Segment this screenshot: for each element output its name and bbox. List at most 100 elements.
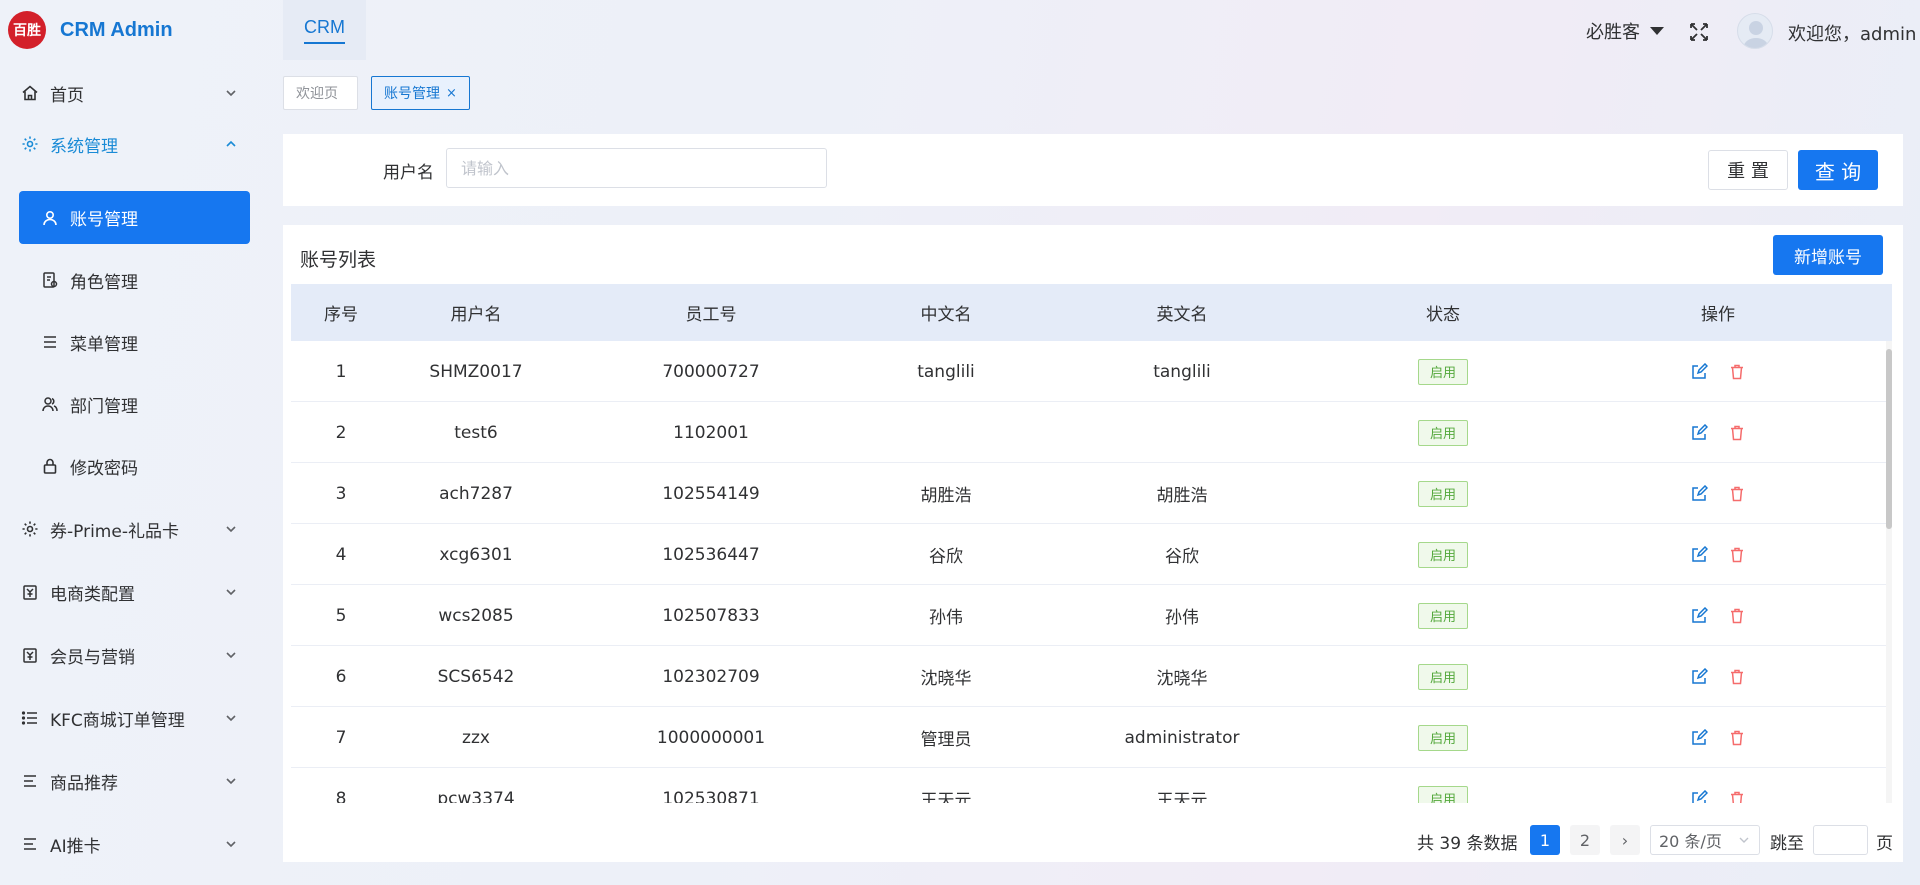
- home-icon: [20, 83, 40, 103]
- delete-icon[interactable]: [1728, 790, 1746, 803]
- table-title: 账号列表: [300, 249, 377, 271]
- page-button-2[interactable]: 2: [1570, 825, 1600, 855]
- tag-welcome[interactable]: 欢迎页: [283, 76, 358, 110]
- cell-actions: [1553, 585, 1883, 646]
- cell-chinese-name: 沈晓华: [920, 669, 972, 689]
- sidebar-item-label: 部门管理: [70, 396, 138, 417]
- sidebar-item-account[interactable]: 账号管理: [19, 191, 250, 244]
- delete-icon[interactable]: [1728, 424, 1746, 442]
- sidebar-item-menu[interactable]: 菜单管理: [0, 317, 265, 367]
- delete-icon[interactable]: [1728, 607, 1746, 625]
- edit-icon[interactable]: [1690, 423, 1708, 442]
- username-label: 用户名: [383, 163, 434, 183]
- cell-index: 5: [335, 605, 347, 626]
- cell-chinese-name: tanglili: [917, 361, 975, 382]
- delete-icon[interactable]: [1728, 485, 1746, 503]
- cell-username: SCS6542: [437, 666, 515, 687]
- cell-username: wcs2085: [438, 605, 514, 626]
- status-badge: 启用: [1418, 541, 1468, 568]
- sidebar-item-role[interactable]: 角色管理: [0, 255, 265, 305]
- query-button[interactable]: 查 询: [1798, 150, 1878, 190]
- cell-index: 4: [335, 544, 347, 565]
- column-header: 用户名: [450, 305, 502, 325]
- logo[interactable]: 百胜 CRM Admin: [8, 11, 173, 49]
- page-size-select[interactable]: 20 条/页: [1650, 825, 1760, 855]
- cell-chinese-name: 管理员: [920, 730, 972, 750]
- sidebar-item-home[interactable]: 首页: [0, 68, 265, 118]
- cell-username: pcw3374: [437, 788, 515, 804]
- account-table-panel: 账号列表 新增账号 序号 用户名 员工号 中文名 英文名 状态 操作 1 SHMZ…: [283, 225, 1903, 862]
- cell-english-name: tanglili: [1153, 361, 1211, 382]
- chevron-up-icon: [226, 140, 236, 147]
- top-nav-tab-crm[interactable]: CRM: [283, 0, 366, 60]
- edit-icon[interactable]: [1690, 789, 1708, 803]
- sidebar-item-password[interactable]: 修改密码: [0, 441, 265, 491]
- column-header: 中文名: [920, 305, 972, 325]
- cell-english-name: 王天元: [1156, 791, 1208, 803]
- lock-icon: [40, 456, 60, 476]
- edit-icon[interactable]: [1690, 545, 1708, 564]
- shop-icon: [20, 645, 40, 665]
- fullscreen-icon[interactable]: [1688, 21, 1710, 43]
- edit-icon[interactable]: [1690, 484, 1708, 503]
- sidebar-item-ecommerce[interactable]: 电商类配置: [0, 567, 265, 617]
- search-panel: 用户名 重 置 查 询: [283, 134, 1903, 206]
- edit-icon[interactable]: [1690, 728, 1708, 747]
- list-icon: [20, 771, 40, 791]
- add-account-button[interactable]: 新增账号: [1773, 235, 1883, 275]
- delete-icon[interactable]: [1728, 546, 1746, 564]
- cell-index: 6: [335, 666, 347, 687]
- sidebar-item-label: 菜单管理: [70, 334, 138, 355]
- tenant-selector[interactable]: 必胜客: [1586, 18, 1664, 44]
- sidebar-item-department[interactable]: 部门管理: [0, 379, 265, 429]
- column-header: 操作: [1701, 305, 1735, 325]
- next-page-button[interactable]: ›: [1610, 825, 1640, 855]
- user-greeting[interactable]: 欢迎您，admin: [1788, 20, 1916, 46]
- page-button-1[interactable]: 1: [1530, 825, 1560, 855]
- pagination-total: 共 39 条数据: [1417, 834, 1518, 854]
- username-search-input[interactable]: [446, 148, 827, 188]
- edit-icon[interactable]: [1690, 606, 1708, 625]
- status-badge: 启用: [1418, 724, 1468, 751]
- cell-index: 2: [335, 422, 347, 443]
- reset-button[interactable]: 重 置: [1708, 150, 1788, 190]
- edit-icon[interactable]: [1690, 362, 1708, 381]
- sidebar-item-product-recommend[interactable]: 商品推荐: [0, 756, 265, 806]
- tag-label: 欢迎页: [296, 86, 338, 102]
- jump-page-input[interactable]: [1813, 825, 1868, 855]
- cell-employee-id: 102536447: [662, 544, 760, 565]
- row-actions: [1690, 728, 1746, 747]
- cell-english-name: 沈晓华: [1156, 669, 1208, 689]
- sidebar-item-label: 账号管理: [70, 210, 138, 230]
- tag-account-management[interactable]: 账号管理 ×: [371, 76, 470, 110]
- sidebar-item-ai-card[interactable]: AI推卡: [0, 819, 265, 869]
- chevron-down-icon: [1739, 837, 1749, 843]
- scrollbar-thumb[interactable]: [1886, 349, 1892, 529]
- cell-actions: [1553, 341, 1883, 402]
- sidebar-item-coupon[interactable]: 券-Prime-礼品卡: [0, 504, 265, 554]
- sidebar-item-kfc-orders[interactable]: KFC商城订单管理: [0, 693, 265, 743]
- delete-icon[interactable]: [1728, 668, 1746, 686]
- sidebar-item-label: 电商类配置: [50, 584, 135, 605]
- avatar[interactable]: [1737, 13, 1773, 49]
- sidebar-item-system[interactable]: 系统管理: [0, 119, 265, 169]
- sidebar-item-label: 角色管理: [70, 272, 138, 293]
- cell-english-name: administrator: [1124, 727, 1240, 748]
- column-header: 英文名: [1156, 305, 1208, 325]
- delete-icon[interactable]: [1728, 363, 1746, 381]
- list-icon: [20, 708, 40, 728]
- table-scrollbar[interactable]: [1886, 341, 1892, 803]
- cell-status: 启用: [1333, 341, 1553, 402]
- list-icon: [40, 332, 60, 352]
- delete-icon[interactable]: [1728, 729, 1746, 747]
- status-badge: 启用: [1418, 602, 1468, 629]
- cell-username: ach7287: [439, 483, 513, 504]
- cell-chinese-name: 王天元: [920, 791, 972, 803]
- edit-icon[interactable]: [1690, 667, 1708, 686]
- cell-chinese-name: 谷欣: [929, 547, 963, 567]
- cell-employee-id: 102530871: [662, 788, 760, 804]
- cell-actions: [1553, 524, 1883, 585]
- close-icon[interactable]: ×: [446, 86, 457, 101]
- cell-english-name: 胡胜浩: [1156, 486, 1208, 506]
- sidebar-item-member[interactable]: 会员与营销: [0, 630, 265, 680]
